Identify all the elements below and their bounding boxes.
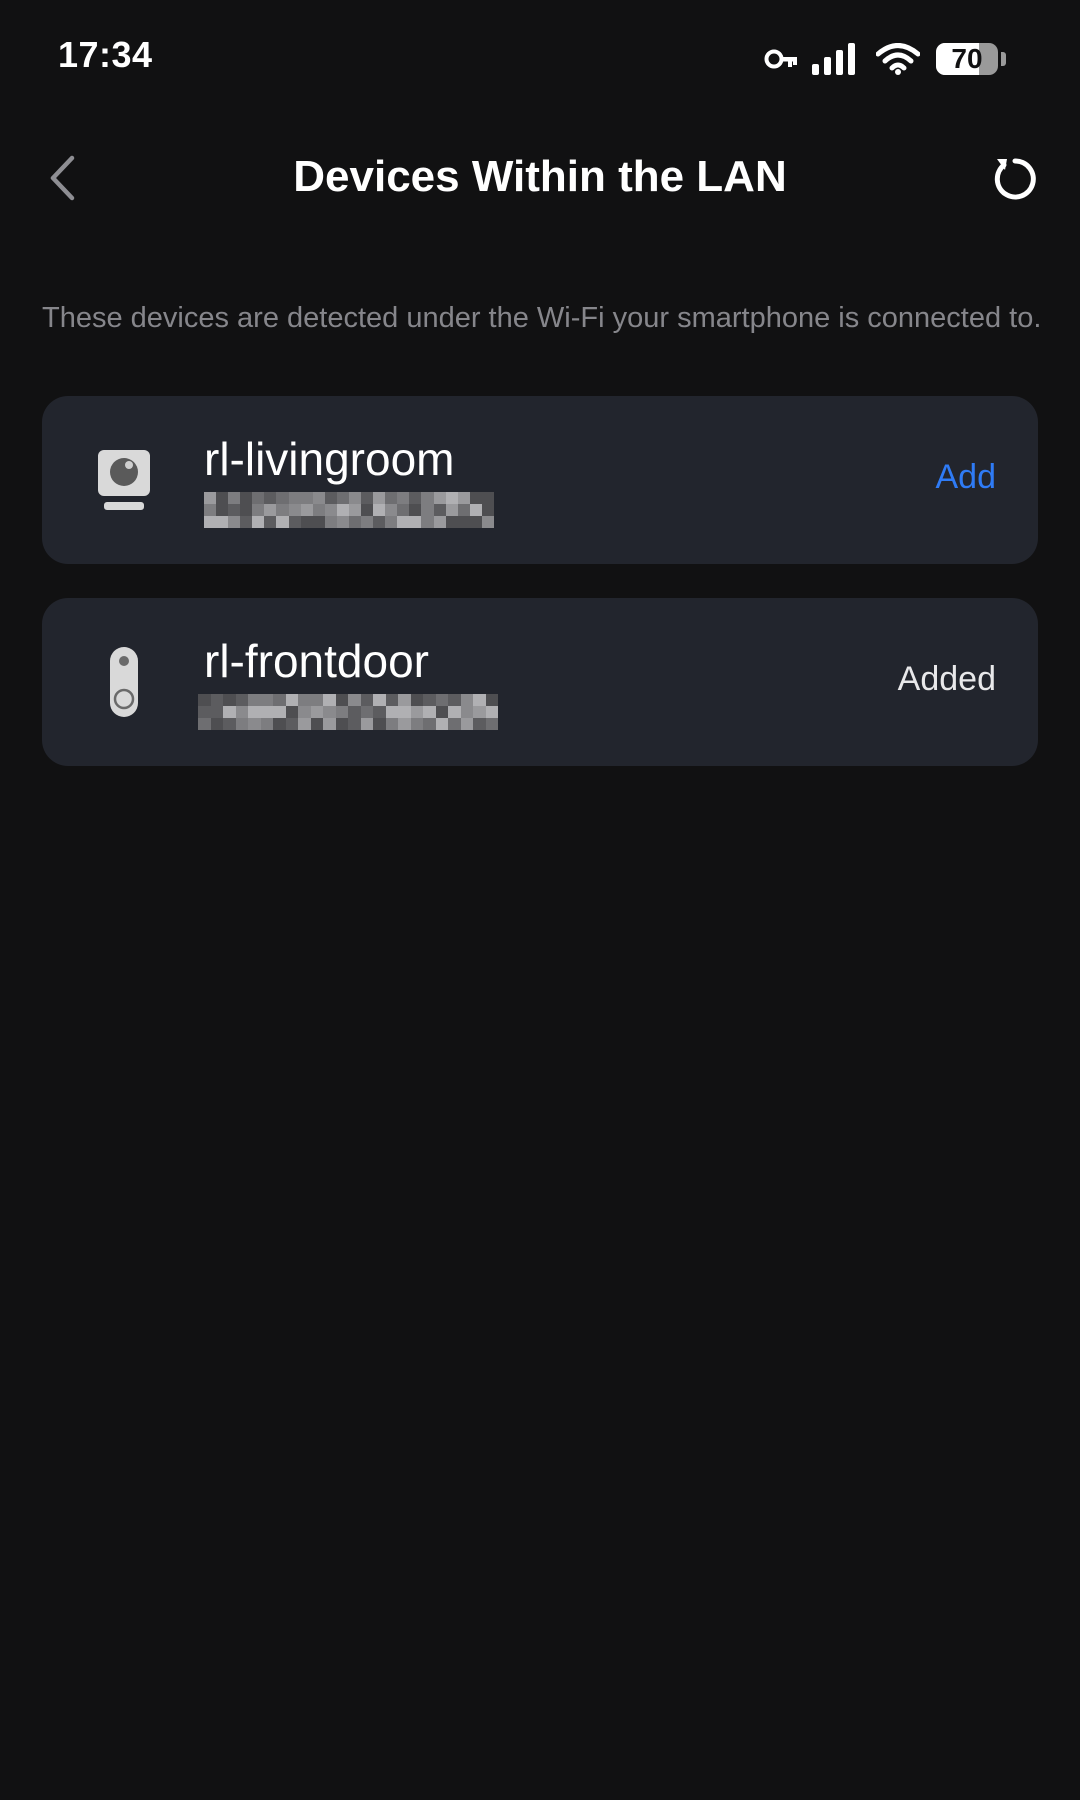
refresh-icon <box>991 155 1039 208</box>
vpn-key-icon <box>764 48 798 70</box>
device-name: rl-frontdoor <box>204 635 429 687</box>
status-time: 17:34 <box>58 34 153 75</box>
status-bar: 17:34 70 <box>0 0 1080 110</box>
cellular-signal-icon <box>812 43 858 75</box>
device-id-redacted <box>204 492 494 528</box>
battery-tip <box>1001 52 1006 66</box>
lan-description: These devices are detected under the Wi-… <box>42 302 1042 334</box>
add-device-button[interactable]: Add <box>936 458 997 497</box>
header: Devices Within the LAN <box>0 130 1080 230</box>
device-name: rl-livingroom <box>204 433 455 485</box>
screen: 17:34 70 Devices Within the LAN These de… <box>0 0 1080 1800</box>
camera-icon <box>92 438 156 522</box>
status-icons: 70 <box>764 38 1006 80</box>
device-id-redacted <box>198 694 498 730</box>
device-card-livingroom[interactable]: rl-livingroom Add <box>42 396 1038 564</box>
page-title: Devices Within the LAN <box>293 152 787 201</box>
doorbell-icon <box>92 640 156 724</box>
added-status: Added <box>897 660 996 698</box>
device-card-frontdoor[interactable]: rl-frontdoor Added <box>42 598 1038 766</box>
battery-icon: 70 <box>936 43 998 75</box>
battery-level: 70 <box>951 43 983 74</box>
wifi-icon <box>876 43 920 75</box>
refresh-button[interactable] <box>986 152 1044 210</box>
